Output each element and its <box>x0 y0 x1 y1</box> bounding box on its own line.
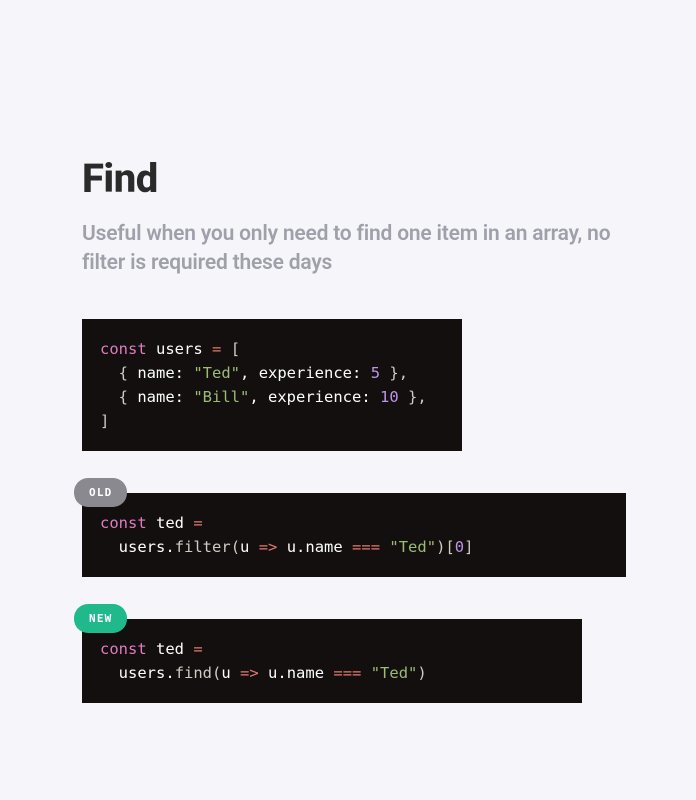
code-block-new: NEW const ted = users.find(u => u.name =… <box>82 619 582 703</box>
code-line: const ted = <box>100 637 564 661</box>
badge-new: NEW <box>74 604 127 633</box>
code-line: ] <box>100 409 444 433</box>
code-block-old: OLD const ted = users.filter(u => u.name… <box>82 493 626 577</box>
page-title: Find <box>82 155 614 202</box>
code-line: { name: "Ted", experience: 5 }, <box>100 361 444 385</box>
code-line: users.find(u => u.name === "Ted") <box>100 661 564 685</box>
code-line: users.filter(u => u.name === "Ted")[0] <box>100 535 608 559</box>
code-block-setup: const users = [ { name: "Ted", experienc… <box>82 319 462 451</box>
content-container: Find Useful when you only need to find o… <box>0 0 696 703</box>
page-subtitle: Useful when you only need to find one it… <box>82 220 612 279</box>
code-line: const users = [ <box>100 337 444 361</box>
code-line: { name: "Bill", experience: 10 }, <box>100 385 444 409</box>
badge-old: OLD <box>74 478 127 507</box>
code-line: const ted = <box>100 511 608 535</box>
